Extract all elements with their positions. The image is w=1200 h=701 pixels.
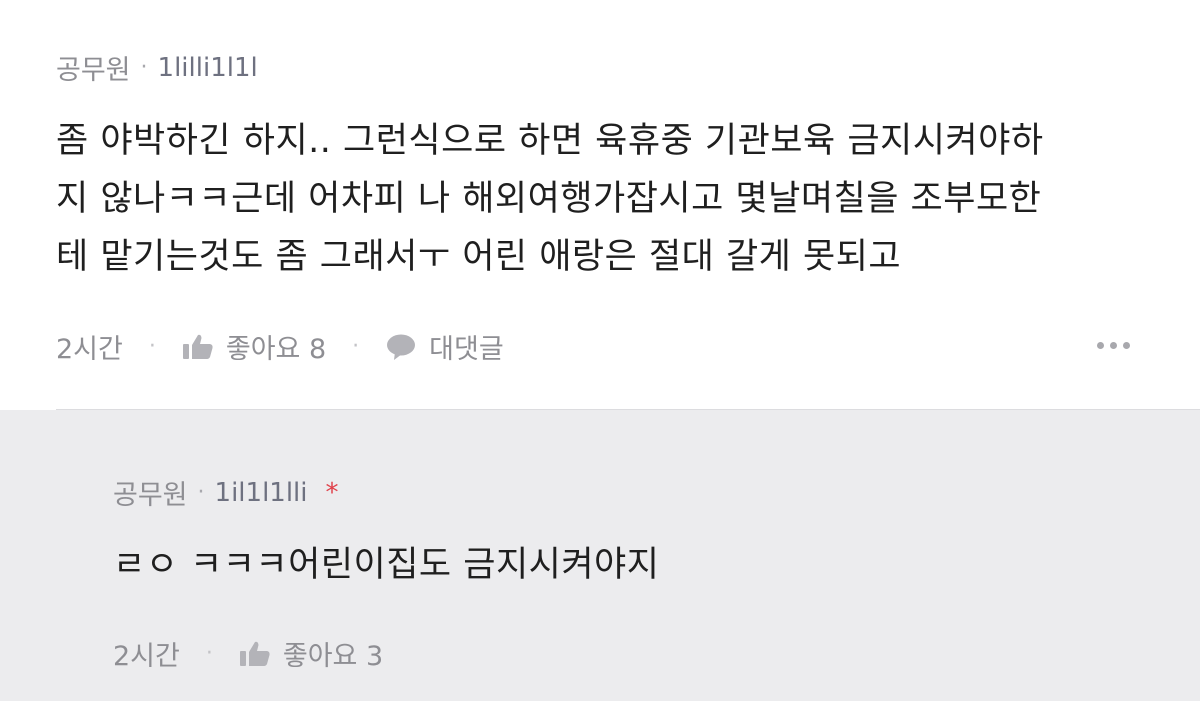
author-marker: * (325, 477, 339, 508)
like-label: 좋아요 8 (225, 334, 327, 365)
comment-user-id[interactable]: 1lilli1l1l (158, 53, 258, 83)
reply-label: 대댓글 (429, 334, 504, 365)
reply-meta: 공무원 · 1il1l1lli * (113, 473, 339, 512)
thumbs-up-icon (182, 334, 213, 359)
like-label: 좋아요 3 (282, 641, 384, 672)
more-dots-icon (1097, 342, 1104, 349)
action-separator: · (205, 641, 213, 666)
reply-comment: 공무원 · 1il1l1lli * ㄹㅇ ㅋㅋㅋ어린이집도 금지시켜야지 2시간… (0, 410, 1200, 701)
reply-actions: 2시간 · 좋아요 3 (113, 634, 383, 673)
reply-user-id[interactable]: 1il1l1lli (215, 478, 308, 508)
reply-button[interactable]: 대댓글 (385, 327, 504, 366)
comment-actions: 2시간 · 좋아요 8 · 대댓글 (56, 327, 504, 366)
action-separator: · (352, 334, 360, 359)
like-button[interactable]: 좋아요 8 (182, 327, 326, 366)
comment: 공무원 · 1lilli1l1l 좀 야박하긴 하지.. 그런식으로 하면 육휴… (0, 0, 1200, 410)
action-separator: · (148, 334, 156, 359)
comment-text: 좀 야박하긴 하지.. 그런식으로 하면 육휴중 기관보육 금지시켜야하 지 않… (56, 121, 1044, 277)
comment-meta: 공무원 · 1lilli1l1l (56, 48, 258, 87)
comment-time: 2시간 (56, 334, 123, 365)
meta-separator: · (197, 480, 205, 505)
reply-time: 2시간 (113, 641, 180, 672)
more-options-button[interactable] (1097, 342, 1130, 349)
thumbs-up-icon (239, 641, 270, 666)
reply-text: ㄹㅇ ㅋㅋㅋ어린이집도 금지시켜야지 (113, 545, 660, 585)
comment-author[interactable]: 공무원 (56, 48, 131, 87)
reply-author[interactable]: 공무원 (113, 473, 188, 512)
like-button[interactable]: 좋아요 3 (239, 634, 383, 673)
speech-bubble-icon (387, 334, 416, 360)
more-dot (1110, 342, 1117, 349)
more-dot (1123, 342, 1130, 349)
meta-separator: · (140, 55, 148, 80)
